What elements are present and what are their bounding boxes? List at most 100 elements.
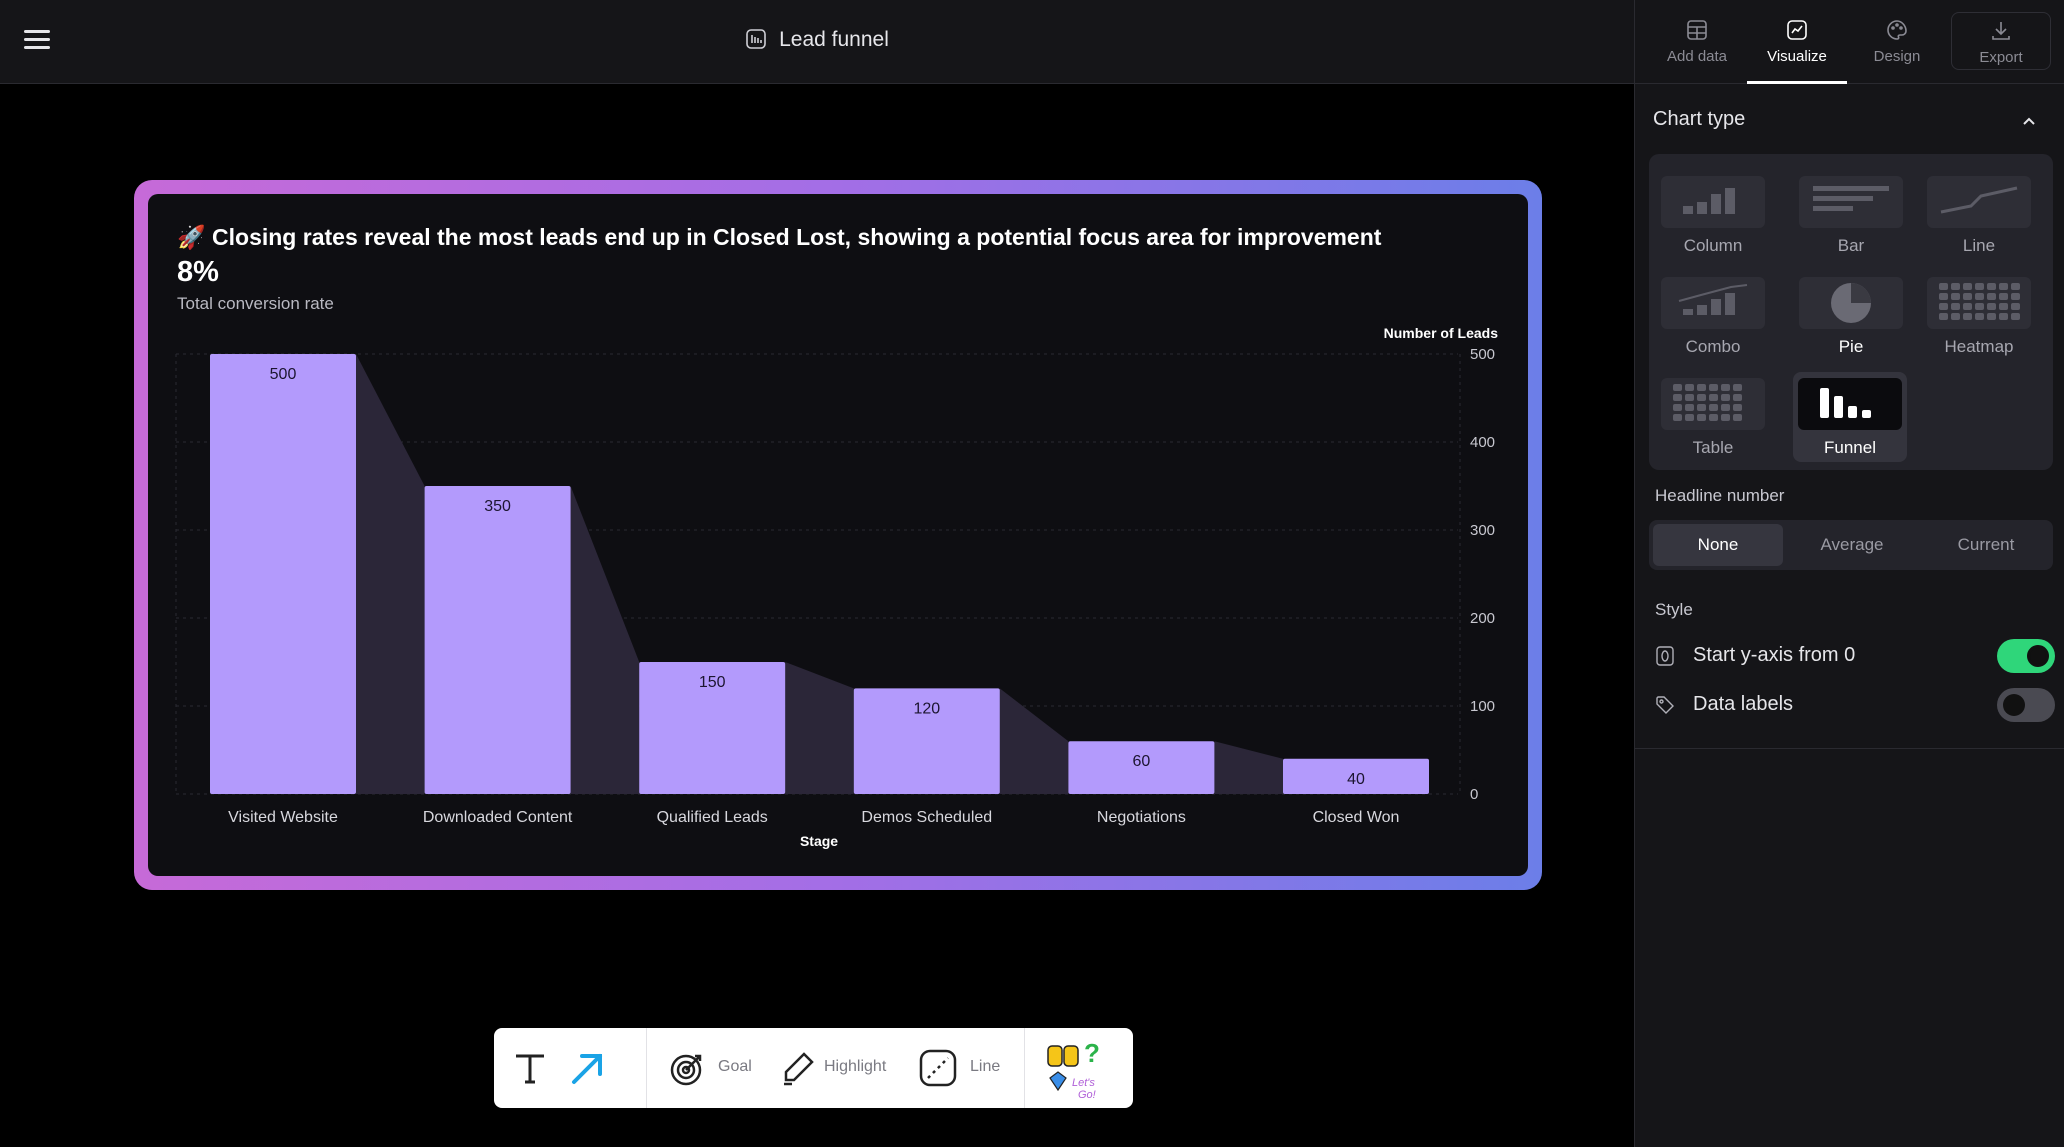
chart-type-label: Combo bbox=[1685, 337, 1741, 356]
x-tick-label: Downloaded Content bbox=[423, 809, 573, 826]
data-label: 150 bbox=[699, 674, 726, 691]
tab-label: Export bbox=[1979, 49, 2023, 66]
table-icon bbox=[1687, 20, 1707, 40]
chart-type-pie[interactable]: Pie bbox=[1796, 271, 1906, 356]
option-label: Data labels bbox=[1693, 693, 1794, 715]
option-data-labels: Data labels bbox=[1655, 687, 2055, 723]
sticker-icon: ? Let's Go! bbox=[1047, 1038, 1100, 1101]
tab-add-data[interactable]: Add data bbox=[1647, 0, 1747, 84]
heatmap-icon bbox=[1927, 277, 2031, 329]
funnel-connector bbox=[570, 486, 640, 794]
data-label: 40 bbox=[1347, 771, 1365, 788]
chart-type-combo[interactable]: Combo bbox=[1658, 271, 1768, 356]
headline-number-selector: None Average Current bbox=[1649, 520, 2053, 570]
x-tick-label: Visited Website bbox=[228, 809, 338, 826]
tab-design[interactable]: Design bbox=[1847, 0, 1947, 84]
x-tick-label: Closed Won bbox=[1313, 809, 1400, 826]
headline-number-caption: Total conversion rate bbox=[177, 294, 334, 313]
headline-number: 8% bbox=[177, 256, 219, 288]
palette-icon bbox=[1887, 20, 1907, 40]
option-label: Start y-axis from 0 bbox=[1693, 644, 1856, 666]
document-title-text: Lead funnel bbox=[779, 28, 889, 51]
headline-number-label: Headline number bbox=[1655, 486, 1785, 505]
svg-text:?: ? bbox=[1084, 1038, 1100, 1068]
chevron-up-icon[interactable] bbox=[2020, 112, 2038, 130]
headline-option-current[interactable]: Current bbox=[1921, 524, 2051, 566]
data-labels-toggle[interactable] bbox=[1997, 688, 2055, 722]
section-title-chart-type: Chart type bbox=[1653, 108, 1746, 130]
tab-label: Design bbox=[1873, 48, 1921, 65]
toolbar-divider bbox=[646, 1028, 647, 1108]
funnel-bar[interactable] bbox=[210, 354, 356, 794]
chart-type-label: Pie bbox=[1838, 337, 1864, 356]
svg-text:Go!: Go! bbox=[1078, 1089, 1096, 1101]
funnel-chart[interactable]: 500 350 150 120 60 40 0 100 200 300 400 500 Visite… bbox=[148, 320, 1518, 860]
chart-type-label: Column bbox=[1683, 236, 1743, 255]
arrow-tool[interactable] bbox=[568, 1028, 608, 1108]
dashed-line-icon bbox=[919, 1049, 957, 1087]
funnel-chart-icon bbox=[746, 29, 766, 49]
top-bar: Lead funnel bbox=[0, 0, 1634, 84]
line-tool[interactable]: Line bbox=[918, 1028, 1018, 1108]
tab-label: Visualize bbox=[1767, 48, 1827, 65]
chart-type-table[interactable]: Table bbox=[1658, 372, 1768, 457]
settings-panel: Add data Visualize Design Export Chart t… bbox=[1634, 0, 2064, 1147]
bar-chart-icon bbox=[1799, 176, 1903, 228]
line-label: Line bbox=[970, 1058, 1001, 1075]
chart-type-heatmap[interactable]: Heatmap bbox=[1924, 271, 2034, 356]
sticker-tool[interactable]: ? Let's Go! bbox=[1042, 1028, 1122, 1108]
data-label: 350 bbox=[484, 498, 511, 515]
y-tick-label: 500 bbox=[1470, 346, 1495, 363]
tag-icon bbox=[1656, 696, 1674, 714]
chart-headline[interactable]: 🚀 Closing rates reveal the most leads en… bbox=[177, 224, 1381, 251]
chart-type-bar[interactable]: Bar bbox=[1796, 170, 1906, 255]
funnel-connector bbox=[999, 688, 1069, 794]
goal-tool[interactable]: Goal bbox=[668, 1028, 768, 1108]
y-axis-label: Number of Leads bbox=[1384, 325, 1499, 341]
document-title[interactable]: Lead funnel bbox=[0, 28, 1634, 52]
panel-divider bbox=[1635, 748, 2064, 749]
text-tool[interactable] bbox=[512, 1028, 552, 1108]
table-chart-icon bbox=[1661, 378, 1765, 430]
data-label: 120 bbox=[913, 700, 940, 717]
funnel-connector bbox=[785, 662, 854, 794]
tab-visualize[interactable]: Visualize bbox=[1747, 0, 1847, 84]
funnel-chart-icon bbox=[1798, 378, 1902, 430]
download-icon bbox=[1992, 22, 2010, 40]
panel-tabs: Add data Visualize Design Export bbox=[1635, 0, 2064, 84]
column-chart-icon bbox=[1661, 176, 1765, 228]
y-tick-label: 300 bbox=[1470, 522, 1495, 539]
highlighter-icon bbox=[784, 1052, 814, 1086]
arrow-icon bbox=[572, 1054, 602, 1084]
tab-export[interactable]: Export bbox=[1951, 12, 2051, 70]
pie-chart-icon bbox=[1799, 277, 1903, 329]
headline-option-none[interactable]: None bbox=[1653, 524, 1783, 566]
funnel-connector bbox=[356, 354, 425, 794]
target-icon bbox=[670, 1054, 702, 1086]
chart-type-line[interactable]: Line bbox=[1924, 170, 2034, 255]
highlight-label: Highlight bbox=[824, 1058, 887, 1075]
headline-option-average[interactable]: Average bbox=[1787, 524, 1917, 566]
chart-line-icon bbox=[1787, 20, 1807, 40]
chart-type-label: Table bbox=[1692, 438, 1734, 457]
chart-type-label: Heatmap bbox=[1944, 337, 2014, 356]
combo-chart-icon bbox=[1661, 277, 1765, 329]
start-y-axis-toggle[interactable] bbox=[1997, 639, 2055, 673]
toggle-knob bbox=[2027, 645, 2049, 667]
chart-type-label: Line bbox=[1962, 236, 1996, 255]
highlight-tool[interactable]: Highlight bbox=[778, 1028, 908, 1108]
funnel-bar[interactable] bbox=[424, 486, 571, 794]
x-tick-label: Qualified Leads bbox=[657, 809, 768, 826]
y-tick-label: 100 bbox=[1470, 698, 1495, 715]
x-axis-label: Stage bbox=[800, 833, 838, 849]
toggle-knob bbox=[2003, 694, 2025, 716]
y-tick-label: 200 bbox=[1470, 610, 1495, 627]
chart-type-column[interactable]: Column bbox=[1658, 170, 1768, 255]
y-tick-label: 400 bbox=[1470, 434, 1495, 451]
chart-type-label: Funnel bbox=[1824, 438, 1876, 457]
chart-type-funnel[interactable]: Funnel bbox=[1793, 372, 1907, 462]
tab-label: Add data bbox=[1666, 48, 1728, 65]
toolbar-divider bbox=[1024, 1028, 1025, 1108]
chart-type-grid: Column Bar Line Combo Pie Heatmap Table … bbox=[1649, 154, 2053, 470]
text-icon bbox=[516, 1054, 544, 1084]
